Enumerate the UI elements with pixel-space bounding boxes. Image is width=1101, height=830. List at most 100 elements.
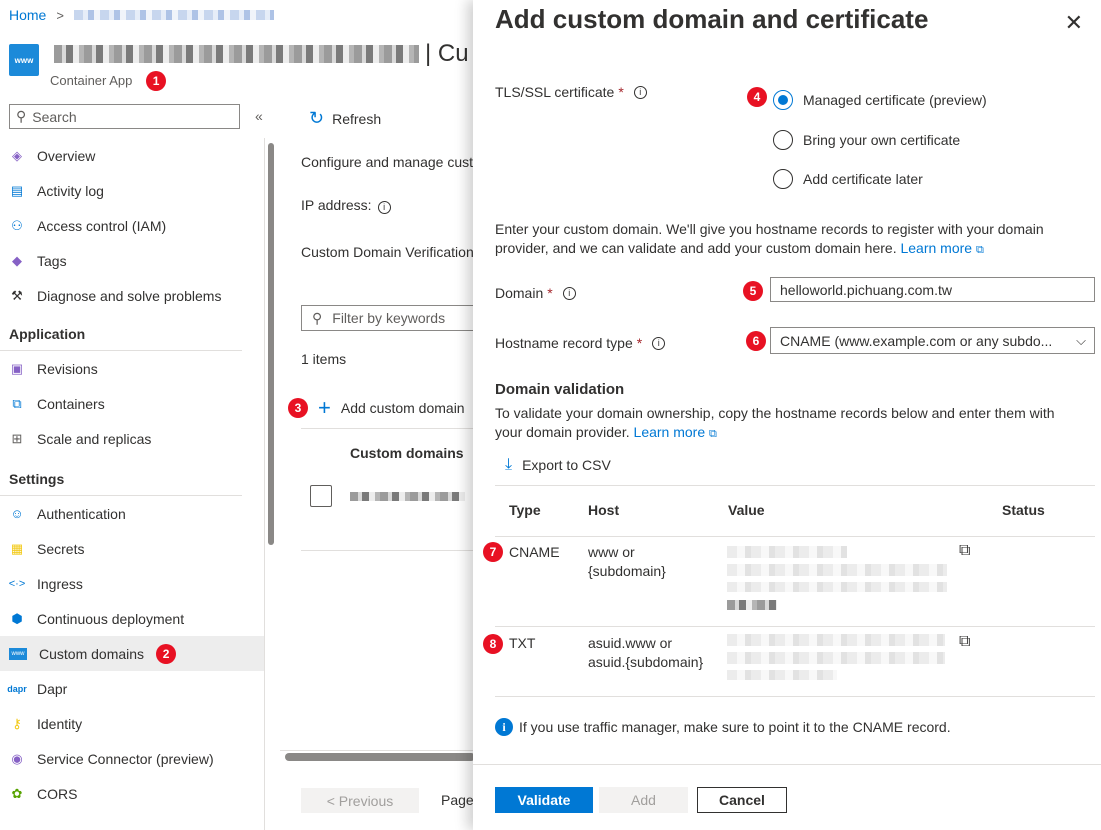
hostname-records-table: Type Host Value Status 7 CNAME www or {s… (483, 485, 1095, 697)
resource-title: | Cu (54, 40, 469, 68)
column-header-type: Type (509, 502, 541, 518)
download-icon: ⤓ (505, 456, 513, 473)
refresh-icon: ↻ (309, 108, 325, 128)
radio-add-certificate-later[interactable]: Add certificate later (773, 169, 923, 189)
verification-label: Custom Domain Verification (301, 244, 473, 260)
hostname-label-text: Hostname record type (495, 335, 633, 351)
radio-managed-certificate[interactable]: Managed certificate (preview) (773, 90, 987, 110)
sidebar-search-input[interactable]: ⚲ Search (9, 104, 240, 129)
info-icon[interactable]: i (562, 286, 576, 300)
sidebar-item-overview[interactable]: ◈ Overview (0, 138, 264, 173)
search-placeholder: Search (32, 108, 77, 125)
step-badge-3: 3 (288, 398, 308, 418)
iam-icon: ⚇ (11, 217, 23, 233)
breadcrumb-redacted[interactable] (73, 10, 274, 20)
chevron-down-icon: ⌵ (1076, 332, 1086, 348)
sidebar-item-ingress[interactable]: <·> Ingress (0, 566, 264, 601)
domain-input[interactable]: helloworld.pichuang.com.tw (770, 277, 1095, 302)
add-custom-domain-panel: Add custom domain and certificate ✕ TLS/… (473, 0, 1101, 830)
sidebar-item-tags[interactable]: ◆ Tags (0, 243, 264, 278)
tls-label-text: TLS/SSL certificate (495, 84, 615, 100)
close-icon[interactable]: ✕ (1065, 10, 1083, 36)
section-settings: Settings (0, 456, 242, 496)
sidebar-item-label: Dapr (37, 680, 68, 697)
export-csv-label: Export to CSV (522, 457, 611, 473)
cors-icon: ✿ (11, 785, 23, 801)
table-divider (495, 626, 1095, 627)
info-filled-icon: i (495, 718, 513, 736)
hostname-record-type-label: Hostname record type * i (495, 335, 666, 351)
validation-text: To validate your domain ownership, copy … (495, 405, 1055, 440)
column-header-custom-domains[interactable]: Custom domains (301, 428, 473, 461)
sidebar-item-iam[interactable]: ⚇ Access control (IAM) (0, 208, 264, 243)
host-line: asuid.{subdomain} (588, 654, 704, 670)
sidebar-nav: ◈ Overview ▤ Activity log ⚇ Access control … (0, 138, 264, 811)
copy-icon[interactable]: ⧉ (959, 542, 970, 560)
deployment-icon: ⬢ (11, 610, 23, 626)
sidebar-item-containers[interactable]: ⧉ Containers (0, 386, 264, 421)
tls-label: TLS/SSL certificate * i (495, 84, 647, 100)
add-custom-domain-button[interactable]: 3 + Add custom domain (288, 397, 465, 419)
sidebar-item-custom-domains[interactable]: www Custom domains 2 (0, 636, 264, 671)
breadcrumb-home[interactable]: Home (9, 7, 46, 23)
info-icon[interactable]: i (377, 200, 391, 214)
sidebar-item-secrets[interactable]: ▦ Secrets (0, 531, 264, 566)
step-badge-4: 4 (747, 87, 767, 107)
column-header-host: Host (588, 502, 620, 518)
horizontal-scrollbar[interactable] (285, 753, 473, 761)
previous-page-button[interactable]: < Previous (301, 788, 419, 813)
sidebar-item-revisions[interactable]: ▣ Revisions (0, 351, 264, 386)
info-icon[interactable]: i (633, 85, 647, 99)
footer-divider (473, 764, 1101, 765)
sidebar-item-label: Containers (37, 395, 105, 412)
hostname-select-value: CNAME (www.example.com or any subdo... (780, 332, 1053, 349)
info-icon[interactable]: i (652, 336, 666, 350)
radio-selected-icon[interactable] (773, 90, 793, 110)
add-button[interactable]: Add (599, 787, 688, 813)
export-csv-button[interactable]: ⤓ Export to CSV (505, 456, 611, 474)
resource-type-label: Container App (50, 73, 133, 88)
column-header-value: Value (728, 502, 765, 518)
sidebar-scrollbar[interactable] (268, 143, 274, 545)
learn-more-link[interactable]: Learn more (900, 240, 972, 256)
wrench-icon: ⚒ (11, 287, 23, 303)
domain-label-text: Domain (495, 285, 544, 301)
sidebar-item-label: Identity (37, 715, 83, 732)
radio-bring-own-certificate[interactable]: Bring your own certificate (773, 130, 960, 150)
refresh-button[interactable]: ↻ Refresh (309, 108, 381, 129)
validate-button[interactable]: Validate (495, 787, 593, 813)
sidebar-item-authentication[interactable]: ☺ Authentication (0, 496, 264, 531)
required-marker: * (547, 285, 553, 301)
sidebar-item-label: Tags (37, 252, 67, 269)
horizontal-scroll-track (280, 750, 473, 751)
sidebar-item-continuous-deployment[interactable]: ⬢ Continuous deployment (0, 601, 264, 636)
learn-more-link[interactable]: Learn more (634, 424, 706, 440)
sidebar-item-identity[interactable]: ⚷ Identity (0, 706, 264, 741)
sidebar-item-activity-log[interactable]: ▤ Activity log (0, 173, 264, 208)
filter-input[interactable]: ⚲ Filter by keywords (301, 305, 473, 331)
sidebar-item-scale[interactable]: ⊞ Scale and replicas (0, 421, 264, 456)
sidebar-item-cors[interactable]: ✿ CORS (0, 776, 264, 811)
configure-text: Configure and manage cust (301, 154, 473, 170)
sidebar-item-diagnose[interactable]: ⚒ Diagnose and solve problems (0, 278, 264, 313)
radio-icon[interactable] (773, 130, 793, 150)
cancel-button[interactable]: Cancel (697, 787, 787, 813)
sidebar-item-label: Revisions (37, 360, 98, 377)
external-link-icon: ⧉ (975, 244, 984, 256)
row-checkbox[interactable] (310, 485, 332, 507)
required-marker: * (618, 84, 624, 100)
sidebar-item-dapr[interactable]: dapr Dapr (0, 671, 264, 706)
radio-label: Bring your own certificate (803, 132, 961, 148)
copy-icon[interactable]: ⧉ (959, 633, 970, 651)
filter-placeholder: Filter by keywords (332, 310, 446, 326)
step-badge-2: 2 (156, 643, 177, 664)
collapse-sidebar-icon[interactable]: « (255, 108, 263, 124)
radio-icon[interactable] (773, 169, 793, 189)
record-host-txt: asuid.www or asuid.{subdomain} (588, 634, 703, 672)
panel-title: Add custom domain and certificate (495, 4, 929, 34)
record-value-redacted (727, 652, 945, 664)
sidebar-item-label: Continuous deployment (37, 610, 185, 627)
sidebar-item-service-connector[interactable]: ◉ Service Connector (preview) (0, 741, 264, 776)
hostname-record-type-select[interactable]: CNAME (www.example.com or any subdo... ⌵ (770, 327, 1095, 354)
table-divider (495, 536, 1095, 537)
